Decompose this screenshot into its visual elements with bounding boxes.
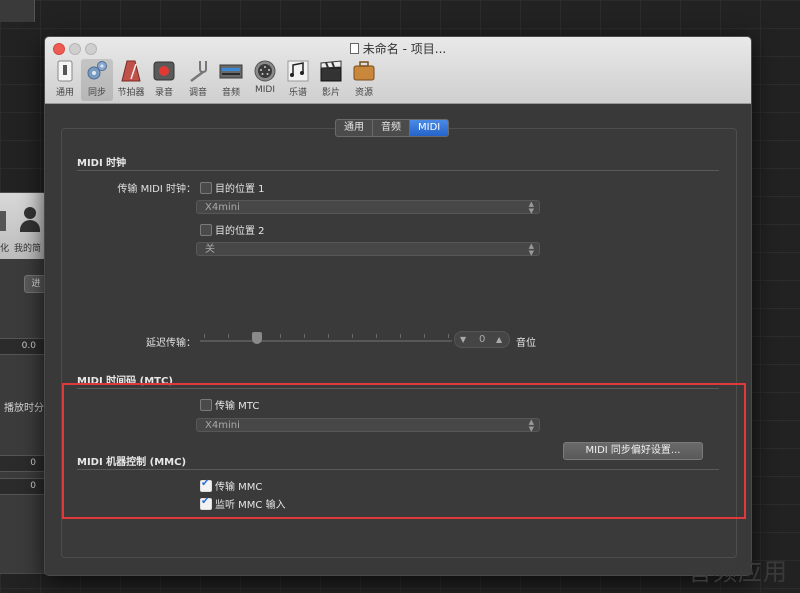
watermark: 音频应用 — [688, 558, 788, 586]
background-label: 播放时分 — [4, 403, 44, 414]
delay-unit-label: 音位 — [516, 338, 536, 349]
toolbar-label: 节拍器 — [117, 88, 145, 98]
switch-icon — [57, 60, 73, 82]
toolbar-label: 资源 — [354, 88, 373, 98]
slider-tick — [228, 334, 229, 338]
slider-tick — [424, 334, 425, 338]
slider-tick — [304, 334, 305, 338]
toolbar-label: 音频 — [221, 88, 240, 98]
document-icon — [349, 43, 359, 54]
background-toolbar-icon — [0, 211, 6, 231]
stepper-down-icon[interactable]: ▼ — [460, 332, 466, 347]
toolbar-label: 影片 — [321, 88, 340, 98]
midi-clock-heading: MIDI 时钟 — [77, 158, 127, 169]
slider-tick — [328, 334, 329, 338]
slider-tick — [400, 334, 401, 338]
tuning-fork-icon — [190, 61, 207, 82]
toolbar-tuning[interactable]: 调音 — [182, 59, 214, 103]
clapperboard-icon — [320, 60, 342, 82]
slider-tick — [352, 334, 353, 338]
section-divider — [77, 170, 719, 171]
tab-audio[interactable]: 音频 — [373, 120, 410, 136]
gears-icon — [87, 61, 107, 80]
slider-tick — [448, 334, 449, 338]
tab-midi[interactable]: MIDI — [410, 120, 449, 136]
slider-track — [200, 340, 452, 342]
toolbar-general[interactable]: 通用 — [49, 59, 81, 103]
slider-tick — [376, 334, 377, 338]
delay-stepper[interactable]: ▼ 0 ▲ — [454, 331, 510, 348]
window-titlebar: 未命名 - 项目... 通用 同步 节拍器 录音 调音 音频 MIDI 乐谱 影… — [45, 37, 751, 104]
destination-2-checkbox[interactable] — [200, 224, 212, 236]
slider-tick — [280, 334, 281, 338]
briefcase-icon — [353, 61, 375, 81]
metronome-icon — [121, 60, 141, 82]
popup-arrows-icon: ▲ ▼ — [528, 242, 534, 257]
slider-tick — [204, 334, 205, 338]
slider-knob[interactable] — [252, 332, 262, 344]
mmc-highlight-box — [62, 383, 746, 519]
destination-2-popup[interactable]: 关 ▲ ▼ — [196, 242, 540, 257]
background-toolbar-label: 化 — [0, 244, 10, 254]
background-window-toolbar: 化 我的简 — [0, 193, 46, 259]
toolbar-label: MIDI — [254, 85, 275, 95]
transmit-clock-label: 传输 MIDI 时钟： — [117, 184, 196, 195]
record-icon — [153, 61, 175, 81]
background-field[interactable]: 0 — [0, 478, 46, 495]
audio-interface-icon — [219, 64, 243, 79]
popup-arrows-icon: ▲ ▼ — [528, 200, 534, 215]
destination-1-popup[interactable]: X4mini ▲ ▼ — [196, 200, 540, 215]
delay-transmit-label: 延迟传输： — [146, 338, 196, 349]
score-icon — [287, 60, 309, 82]
destination-1-checkbox[interactable] — [200, 182, 212, 194]
background-window-corner — [0, 0, 35, 22]
toolbar-label: 录音 — [154, 88, 173, 98]
toolbar-metronome[interactable]: 节拍器 — [115, 59, 147, 103]
toolbar-resources[interactable]: 资源 — [348, 59, 380, 103]
toolbar-audio[interactable]: 音频 — [215, 59, 247, 103]
window-title: 未命名 - 项目... — [45, 40, 751, 57]
toolbar-label: 通用 — [55, 88, 74, 98]
delay-value: 0 — [479, 334, 486, 345]
toolbar-sync[interactable]: 同步 — [81, 59, 113, 101]
tab-bar: 通用 音频 MIDI — [335, 119, 450, 137]
destination-1-label: 目的位置 1 — [215, 184, 265, 195]
background-window: 化 我的简 进 0.0 播放时分 0 0 — [0, 192, 48, 574]
midi-port-icon — [254, 60, 276, 82]
toolbar-midi[interactable]: MIDI — [249, 59, 281, 103]
tab-general[interactable]: 通用 — [336, 120, 373, 136]
toolbar-label: 调音 — [188, 88, 207, 98]
toolbar-movie[interactable]: 影片 — [315, 59, 347, 103]
background-field[interactable]: 0 — [0, 455, 46, 472]
stepper-up-icon[interactable]: ▲ — [496, 332, 502, 347]
toolbar-score[interactable]: 乐谱 — [282, 59, 314, 103]
toolbar-record[interactable]: 录音 — [148, 59, 180, 103]
user-icon — [20, 207, 40, 233]
destination-2-label: 目的位置 2 — [215, 226, 265, 237]
toolbar-label: 同步 — [87, 88, 106, 98]
toolbar-label: 乐谱 — [288, 88, 307, 98]
background-toolbar-label: 我的简 — [14, 244, 42, 254]
background-field[interactable]: 0.0 — [0, 338, 46, 355]
